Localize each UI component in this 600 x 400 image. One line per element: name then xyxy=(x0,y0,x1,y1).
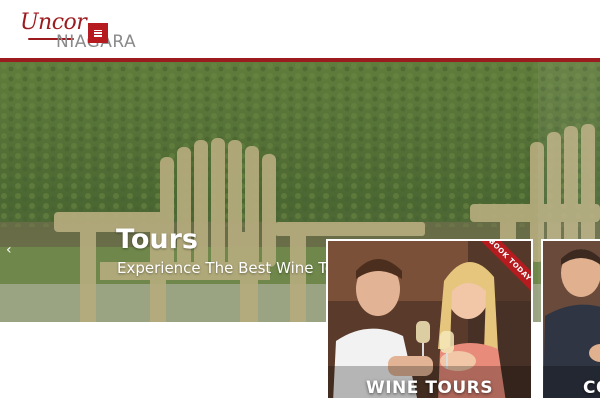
second-tour-label: CO xyxy=(583,378,600,398)
site-header: Uncor NIAGARA xyxy=(0,0,600,58)
menu-button[interactable] xyxy=(88,23,108,43)
logo[interactable]: Uncor NIAGARA xyxy=(20,6,140,54)
wine-tours-label: WINE TOURS xyxy=(365,378,494,398)
second-tour-card[interactable]: CO xyxy=(541,239,600,400)
hero-title: Tours xyxy=(116,224,198,255)
wine-tours-card[interactable]: BOOK TODAY WINE TOURS xyxy=(326,239,533,400)
hamburger-icon xyxy=(94,29,102,37)
second-tour-image xyxy=(543,241,600,398)
wine-tours-image xyxy=(328,241,531,398)
slider-prev-arrow[interactable]: ‹ xyxy=(6,242,12,258)
